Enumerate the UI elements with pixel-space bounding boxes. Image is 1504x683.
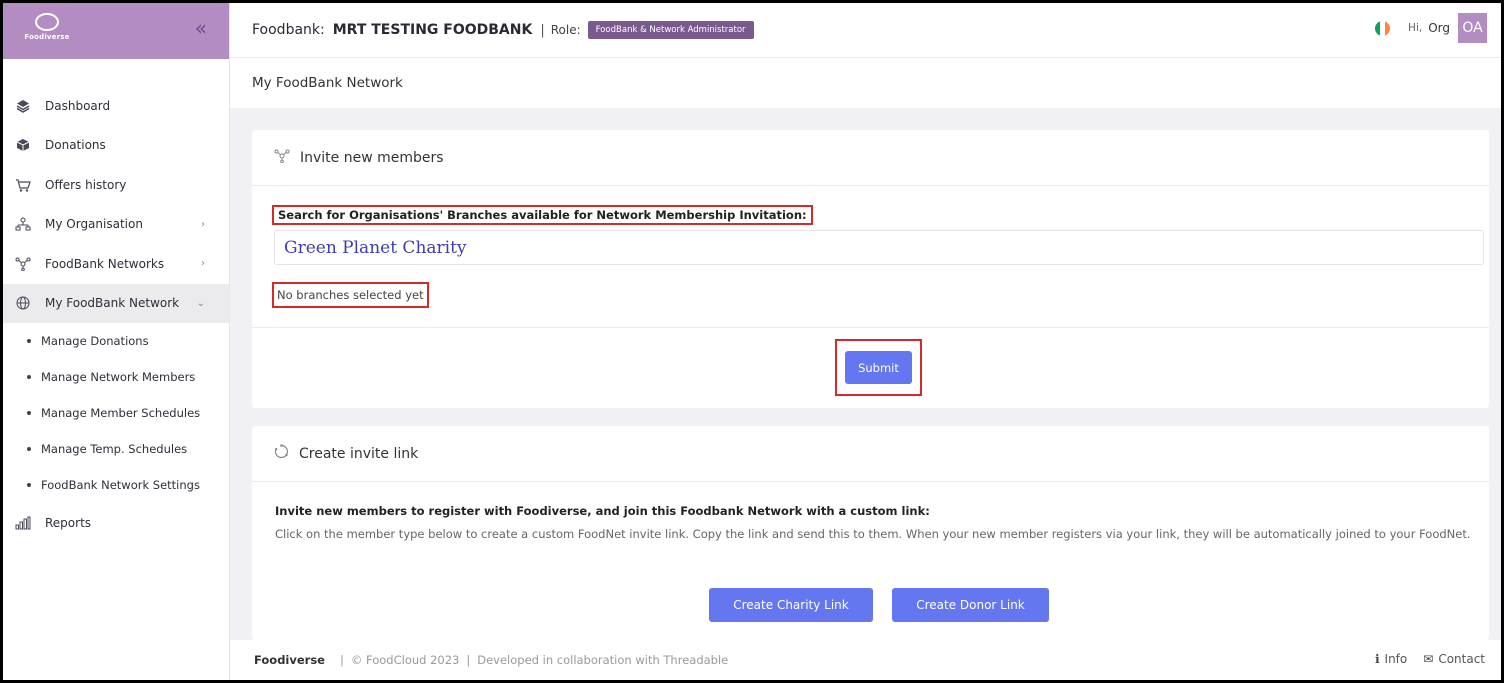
sidebar-item-label: My Organisation <box>45 217 143 232</box>
card-header: Invite new members <box>252 130 1489 186</box>
create-donor-link-button[interactable]: Create Donor Link <box>892 588 1049 622</box>
invite-link-card: Create invite link Invite new members to… <box>252 426 1489 640</box>
invite-heading: Invite new members to register with Food… <box>275 504 930 518</box>
cart-icon <box>15 177 31 193</box>
logo-text: Foodiverse <box>24 33 70 41</box>
create-charity-link-button[interactable]: Create Charity Link <box>709 588 873 622</box>
branch-search-input[interactable] <box>274 230 1484 265</box>
foodbank-name: MRT TESTING FOODBANK <box>332 22 533 38</box>
envelope-icon: ✉ <box>1423 652 1434 666</box>
box-icon <box>15 137 31 153</box>
submit-button[interactable]: Submit <box>845 351 912 384</box>
sidebar-item-label: Dashboard <box>45 98 111 113</box>
card-title: Invite new members <box>300 149 444 166</box>
user-name: Org <box>1428 21 1450 35</box>
info-link[interactable]: ℹ Info <box>1375 652 1407 666</box>
sidebar: Foodiverse « Dashboard Donations Offers … <box>3 3 230 680</box>
ireland-flag-icon[interactable] <box>1375 20 1391 36</box>
sidebar-item-foodbank-networks[interactable]: FoodBank Networks › <box>3 244 229 284</box>
no-branches-text: No branches selected yet <box>272 282 429 308</box>
sidebar-item-label: My FoodBank Network <box>45 296 180 311</box>
bullet-icon <box>27 483 31 487</box>
sidebar-brand: Foodiverse « <box>3 3 229 59</box>
chevron-down-icon: ⌄ <box>196 297 205 309</box>
sidebar-subitem-label: FoodBank Network Settings <box>41 478 200 492</box>
foodiverse-logo[interactable]: Foodiverse <box>23 13 71 47</box>
chevron-right-icon: › <box>201 218 205 230</box>
sidebar-item-label: Offers history <box>45 177 127 192</box>
info-icon: ℹ <box>1374 652 1380 666</box>
search-label: Search for Organisations' Branches avail… <box>272 205 813 225</box>
footer-copyright: © FoodCloud 2023 <box>350 653 460 667</box>
chevron-right-icon: › <box>201 258 205 270</box>
info-label: Info <box>1384 652 1408 666</box>
header-separator: | <box>540 22 545 38</box>
footer-separator: | <box>339 653 344 667</box>
sidebar-subitem-manage-temp-schedules[interactable]: Manage Temp. Schedules <box>3 431 229 467</box>
sidebar-nav: Dashboard Donations Offers history My Or… <box>3 86 229 543</box>
footer-links: ℹ Info ✉ Contact <box>1359 652 1485 666</box>
contact-link[interactable]: ✉ Contact <box>1423 652 1485 666</box>
sidebar-subitem-label: Manage Network Members <box>41 370 196 384</box>
footer-brand[interactable]: Foodiverse <box>254 653 325 667</box>
sidebar-item-reports[interactable]: Reports <box>3 503 229 543</box>
bullet-icon <box>27 339 31 343</box>
globe-icon <box>15 295 31 311</box>
layers-icon <box>15 98 31 114</box>
sidebar-item-my-foodbank-network[interactable]: My FoodBank Network ⌄ <box>3 283 229 323</box>
refresh-circle-icon <box>274 444 289 463</box>
logo-mark-icon <box>35 13 59 31</box>
page-title: My FoodBank Network <box>230 58 1501 108</box>
main-content: Invite new members Search for Organisati… <box>230 108 1501 640</box>
sidebar-item-label: FoodBank Networks <box>45 256 165 271</box>
footer-separator: | <box>466 653 471 667</box>
sidebar-subitem-label: Manage Temp. Schedules <box>41 442 188 456</box>
role-label: Role: <box>550 23 581 37</box>
network-icon <box>274 149 290 167</box>
top-bar: Foodbank: MRT TESTING FOODBANK | Role: F… <box>230 3 1501 58</box>
bullet-icon <box>27 447 31 451</box>
invite-members-card: Invite new members Search for Organisati… <box>252 130 1489 408</box>
divider <box>252 327 1489 328</box>
sidebar-item-label: Reports <box>45 515 92 530</box>
card-header: Create invite link <box>252 426 1489 482</box>
footer-collab: Developed in collaboration with Threadab… <box>477 653 729 667</box>
submit-highlight: Submit <box>835 339 922 396</box>
contact-label: Contact <box>1438 652 1485 666</box>
sidebar-subitem-label: Manage Member Schedules <box>41 406 201 420</box>
invite-description: Click on the member type below to create… <box>275 527 1471 541</box>
sidebar-item-my-organisation[interactable]: My Organisation › <box>3 205 229 245</box>
network-icon <box>15 256 31 272</box>
foodbank-label: Foodbank: <box>252 22 325 38</box>
card-title: Create invite link <box>299 445 419 462</box>
sidebar-item-donations[interactable]: Donations <box>3 126 229 166</box>
sidebar-subitem-manage-network-members[interactable]: Manage Network Members <box>3 359 229 395</box>
sidebar-subitem-label: Manage Donations <box>41 334 149 348</box>
avatar[interactable]: OA <box>1458 13 1487 43</box>
sidebar-subitem-foodbank-network-settings[interactable]: FoodBank Network Settings <box>3 467 229 503</box>
sidebar-item-offers-history[interactable]: Offers history <box>3 165 229 205</box>
role-badge: FoodBank & Network Administrator <box>587 21 754 39</box>
sidebar-subitem-manage-donations[interactable]: Manage Donations <box>3 323 229 359</box>
bar-chart-icon <box>15 515 31 531</box>
user-menu: Hi, Org OA <box>1375 13 1487 43</box>
org-chart-icon <box>15 216 31 232</box>
sidebar-subitem-manage-member-schedules[interactable]: Manage Member Schedules <box>3 395 229 431</box>
bullet-icon <box>27 411 31 415</box>
bullet-icon <box>27 375 31 379</box>
footer: Foodiverse | © FoodCloud 2023 | Develope… <box>230 640 1501 680</box>
collapse-sidebar-icon[interactable]: « <box>195 18 207 38</box>
greeting: Hi, <box>1408 22 1423 34</box>
sidebar-item-label: Donations <box>45 138 106 153</box>
sidebar-item-dashboard[interactable]: Dashboard <box>3 86 229 126</box>
